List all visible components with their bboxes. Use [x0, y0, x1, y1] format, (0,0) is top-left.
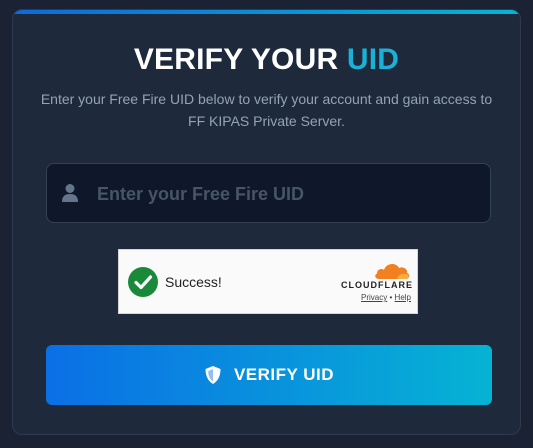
uid-input-wrapper[interactable] [46, 163, 491, 224]
help-link[interactable]: Help [395, 293, 411, 302]
verify-uid-button[interactable]: VERIFY UID [46, 345, 492, 405]
user-icon [62, 184, 78, 202]
link-separator: • [389, 293, 393, 302]
title-main: VERIFY YOUR [133, 43, 339, 76]
cloudflare-captcha-widget: Success! CLOUDFLARE Privacy • Help [118, 249, 418, 314]
title-accent: UID [346, 43, 400, 76]
captcha-status-text: Success! [165, 274, 222, 290]
privacy-link[interactable]: Privacy [361, 293, 387, 302]
page-title: VERIFY YOUR UID [13, 43, 520, 77]
cloudflare-cloud-icon [375, 264, 410, 279]
success-check-icon [128, 267, 158, 297]
verify-button-label: VERIFY UID [233, 365, 335, 384]
verify-card: VERIFY YOUR UID Enter your Free Fire UID… [12, 9, 521, 435]
cloudflare-wordmark: CLOUDFLARE [341, 280, 413, 290]
top-accent-bar [13, 10, 520, 14]
cloudflare-links: Privacy • Help [361, 293, 411, 302]
page-subtitle: Enter your Free Fire UID below to verify… [40, 91, 493, 129]
shield-icon [205, 366, 221, 384]
uid-input[interactable] [95, 164, 489, 224]
